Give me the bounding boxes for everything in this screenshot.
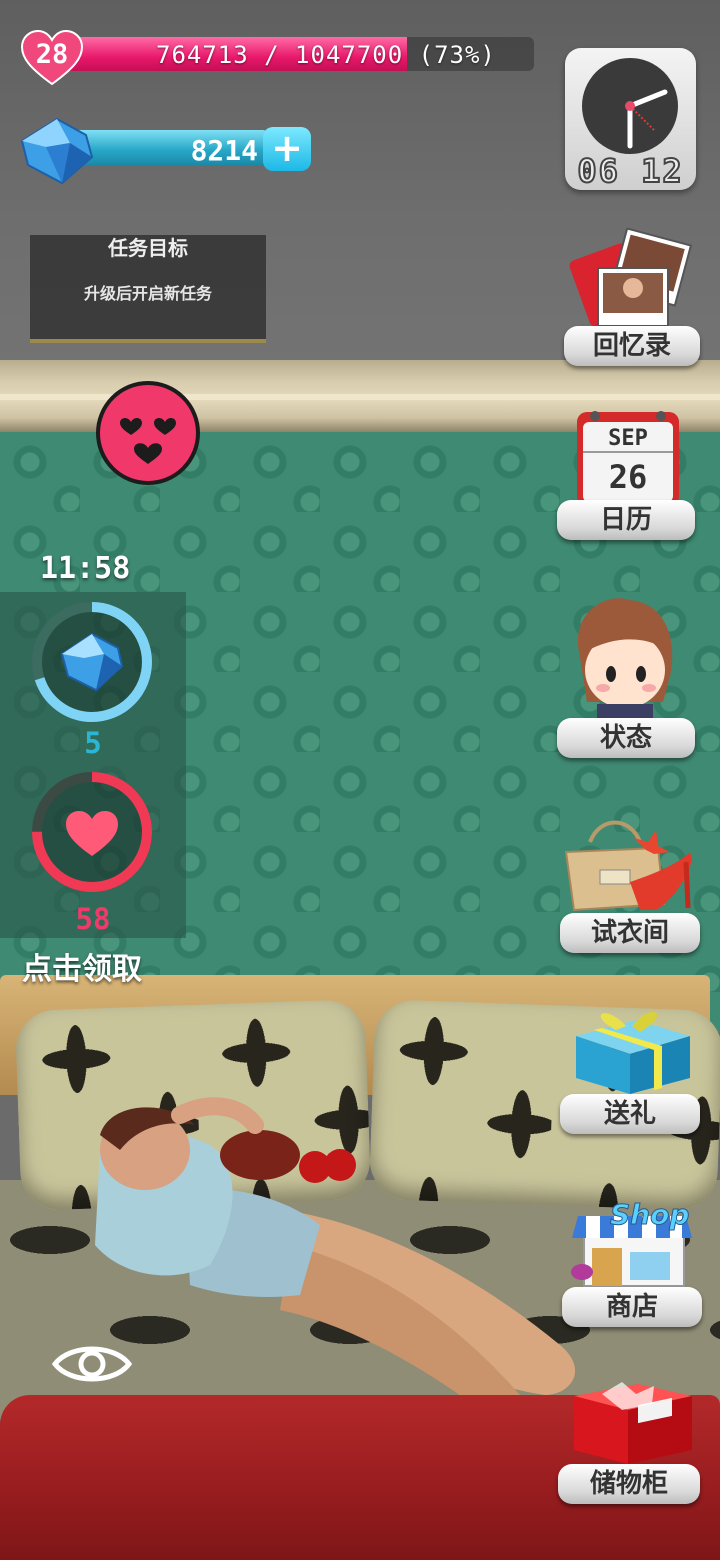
affection-value: 764713 / 1047700 (73%) — [156, 41, 496, 69]
gift-box-icon — [576, 1011, 690, 1094]
menu-status[interactable]: 状态 — [555, 592, 697, 758]
claim-reward-button[interactable]: 点击领取 — [22, 944, 142, 988]
calendar-day: 26 — [608, 458, 648, 496]
gem-reward-count: 5 — [84, 726, 102, 760]
reward-timer: 11:58 — [40, 551, 131, 586]
photo-album-icon — [569, 228, 693, 327]
menu-shop[interactable]: Shop 商店 — [562, 1196, 702, 1328]
clock-time: 06 12 — [576, 151, 684, 191]
quest-description: 升级后开启新任务 — [83, 284, 212, 303]
add-gems-button[interactable]: + — [263, 127, 311, 171]
quest-title: 任务目标 — [108, 236, 188, 260]
menu-calendar-label: 日历 — [557, 500, 695, 540]
menu-shop-label: 商店 — [562, 1287, 702, 1327]
menu-storage-label: 储物柜 — [558, 1464, 700, 1504]
handbag-shoe-icon — [564, 820, 692, 912]
quest-panel[interactable]: 任务目标 升级后开启新任务 — [30, 235, 266, 343]
love-face-icon[interactable] — [93, 380, 203, 486]
menu-gift[interactable]: 送礼 — [560, 996, 700, 1136]
diamond-icon — [20, 117, 94, 185]
heart-progress-ring — [32, 772, 152, 892]
shop-sign: Shop — [609, 1198, 690, 1232]
menu-memories[interactable]: 回忆录 — [560, 228, 702, 368]
storage-box-icon — [574, 1382, 692, 1464]
calendar-month: SEP — [608, 426, 648, 451]
player-level: 28 — [35, 39, 69, 70]
game-clock: 06 12 — [565, 48, 696, 191]
menu-dressing-room[interactable]: 试衣间 — [560, 812, 700, 954]
menu-dressing-room-label: 试衣间 — [560, 913, 700, 953]
menu-memories-label: 回忆录 — [564, 326, 700, 366]
affection-bar: 28 764713 / 1047700 (73%) — [20, 30, 534, 86]
reward-panel[interactable]: 5 58 — [0, 592, 186, 938]
gem-currency-bar: 8214 + — [20, 115, 311, 190]
menu-calendar[interactable]: SEP 26 日历 — [555, 408, 697, 540]
gem-progress-ring — [32, 602, 152, 722]
gem-count: 8214 — [190, 134, 258, 167]
girl-avatar-icon — [577, 598, 673, 720]
heart-reward-count: 58 — [75, 902, 111, 936]
menu-storage[interactable]: 储物柜 — [556, 1380, 702, 1506]
eye-icon[interactable] — [52, 1338, 132, 1390]
menu-status-label: 状态 — [557, 718, 695, 758]
menu-gift-label: 送礼 — [560, 1094, 700, 1134]
clock-icon — [582, 58, 678, 154]
